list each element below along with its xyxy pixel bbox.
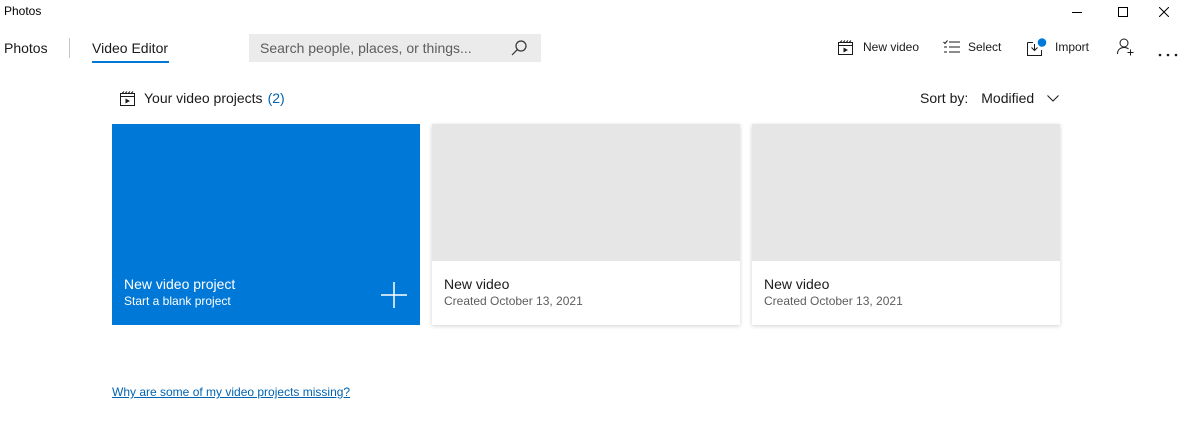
select-list-icon [943,40,960,53]
new-video-label: New video [863,40,920,54]
import-icon [1027,38,1047,56]
select-button[interactable]: Select [943,38,1001,56]
new-project-title: New video project [124,276,236,292]
tab-video-editor[interactable]: Video Editor [92,40,168,56]
sort-control[interactable]: Sort by: Modified [920,89,1060,107]
search-input[interactable] [249,34,499,62]
close-icon [1159,7,1169,17]
minimize-button[interactable] [1054,0,1100,24]
new-project-card[interactable]: New video project Start a blank project [112,124,420,325]
add-person-icon [1117,38,1134,56]
plus-icon [381,282,407,308]
section-title: Your video projects [144,90,263,106]
more-icon [1158,53,1178,57]
new-project-subtitle: Start a blank project [124,294,231,308]
import-label: Import [1055,40,1090,54]
new-video-icon [838,39,853,55]
video-project-card[interactable]: New video Created October 13, 2021 [432,124,740,325]
video-thumbnail [752,124,1060,261]
app-title: Photos [4,4,42,18]
video-project-card[interactable]: New video Created October 13, 2021 [752,124,1060,325]
tab-photos[interactable]: Photos [4,40,48,56]
sort-value[interactable]: Modified [981,90,1034,106]
video-project-date: Created October 13, 2021 [444,294,583,308]
chevron-down-icon[interactable] [1047,94,1060,102]
import-button[interactable]: Import [1027,38,1089,56]
search-box [249,34,541,62]
project-count: (2) [267,90,285,106]
search-icon[interactable] [511,40,527,56]
video-project-date: Created October 13, 2021 [764,294,903,308]
select-label: Select [968,40,1002,54]
maximize-icon [1118,7,1128,17]
minimize-icon [1072,12,1082,13]
account-button[interactable] [1117,38,1135,61]
more-options-button[interactable] [1158,44,1178,62]
new-video-button[interactable]: New video [838,38,919,56]
video-project-title: New video [764,276,830,292]
active-tab-indicator [92,61,169,63]
sort-label: Sort by: [920,90,969,106]
tab-divider [69,38,70,58]
section-header: Your video projects (2) [120,89,285,107]
maximize-button[interactable] [1100,0,1146,24]
video-project-icon [120,90,135,106]
close-button[interactable] [1146,0,1182,24]
video-project-title: New video [444,276,510,292]
video-thumbnail [432,124,740,261]
missing-projects-link[interactable]: Why are some of my video projects missin… [112,385,350,399]
